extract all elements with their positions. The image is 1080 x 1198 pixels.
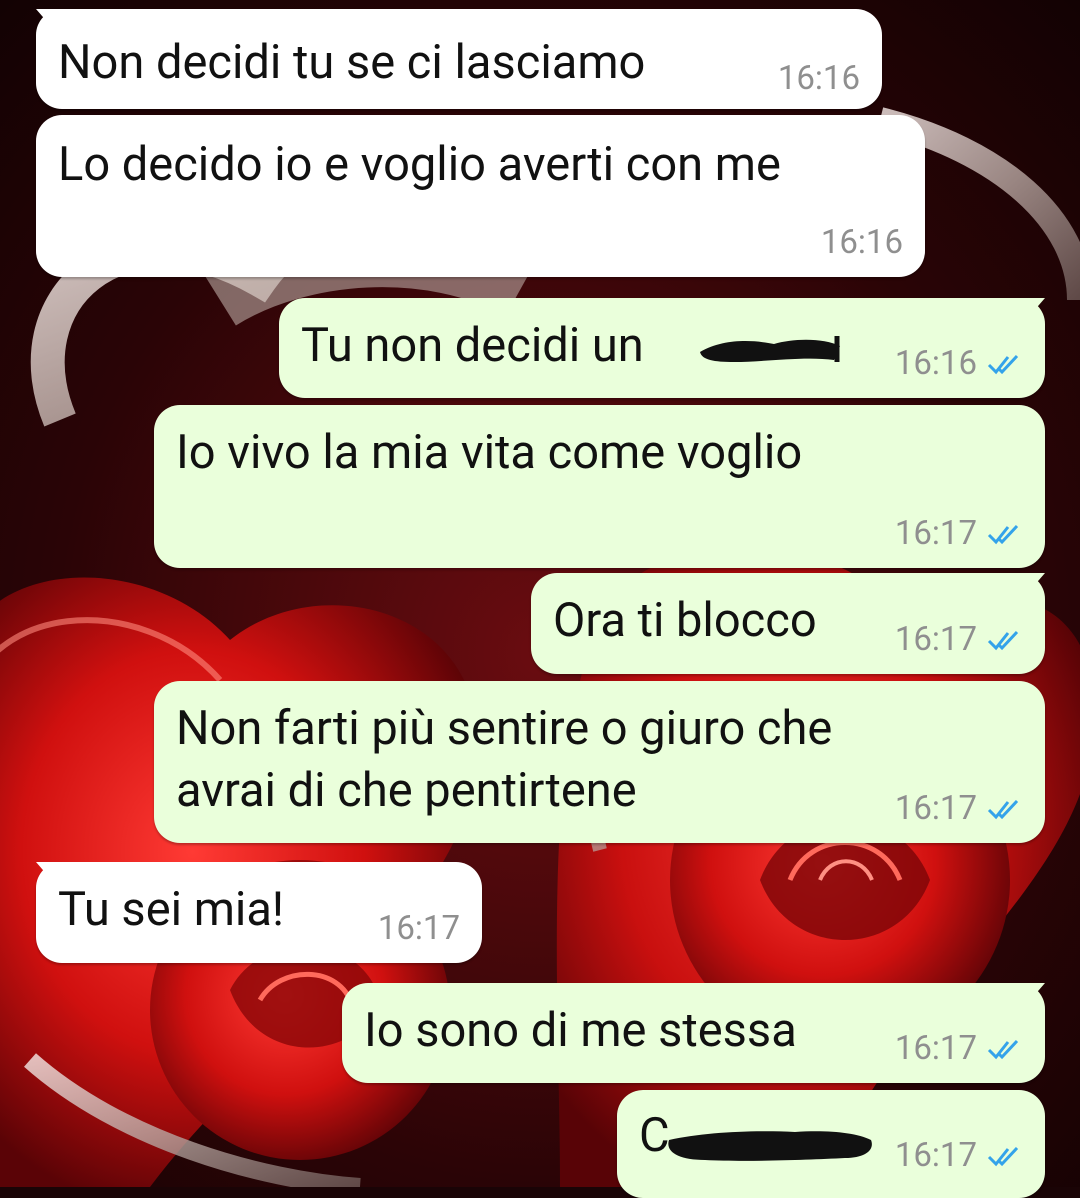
message-timestamp: 16:17 [895,1029,1021,1069]
message-text: Tu non decidi un [301,318,656,373]
message-bubble-incoming[interactable]: Non decidi tu se ci lasciamo 16:16 [36,9,882,109]
message-text: Io sono di me stessa [364,1003,797,1058]
bubble-tail [1019,983,1045,1013]
message-text-line-2: avrai di che pentirtene [176,763,637,818]
message-timestamp: 16:17 [377,909,460,948]
conversation[interactable]: Non decidi tu se ci lasciamo 16:16 Lo de… [0,0,1080,1198]
double-check-icon [987,799,1019,820]
double-check-icon [987,1039,1019,1060]
bubble-tail [1019,298,1045,328]
message-timestamp: 16:16 [895,344,1021,384]
message-bubble-outgoing[interactable]: Non farti più sentire o giuro che avrai … [154,681,1045,843]
message-bubble-outgoing[interactable]: Io vivo la mia vita come voglio 16:17 [154,405,1045,568]
message-text: Io vivo la mia vita come voglio [176,425,803,480]
message-bubble-outgoing[interactable]: Tu non decidi un 16:16 [279,298,1045,398]
message-text: Non decidi tu se ci lasciamo [58,35,646,90]
double-check-icon [987,354,1019,375]
message-bubble-outgoing[interactable]: Io sono di me stessa 16:17 [342,983,1045,1083]
message-timestamp: 16:16 [820,223,903,262]
message-text: Ora ti blocco [553,593,817,648]
message-text: Non farti più sentire o giuro che [176,701,833,756]
message-text: Tu sei mia! [58,882,285,937]
message-bubble-incoming[interactable]: Tu sei mia! 16:17 [36,862,482,963]
message-timestamp: 16:16 [777,59,860,98]
bubble-tail [36,9,62,39]
message-timestamp: 16:17 [895,620,1021,660]
redaction-scribble [668,1131,872,1161]
message-bubble-outgoing[interactable]: C 16:17 [617,1090,1045,1198]
bubble-tail [36,862,62,892]
redaction-scribble [700,336,840,362]
message-bubble-incoming[interactable]: Lo decido io e voglio averti con me 16:1… [36,115,925,277]
message-text: Lo decido io e voglio averti con me [58,137,781,192]
message-timestamp: 16:17 [895,789,1021,829]
double-check-icon [987,630,1019,651]
bubble-tail [1019,573,1045,603]
message-timestamp: 16:17 [895,1136,1021,1176]
message-timestamp: 16:17 [895,514,1021,554]
double-check-icon [987,524,1019,545]
double-check-icon [987,1146,1019,1167]
message-bubble-outgoing[interactable]: Ora ti blocco 16:17 [531,573,1045,674]
